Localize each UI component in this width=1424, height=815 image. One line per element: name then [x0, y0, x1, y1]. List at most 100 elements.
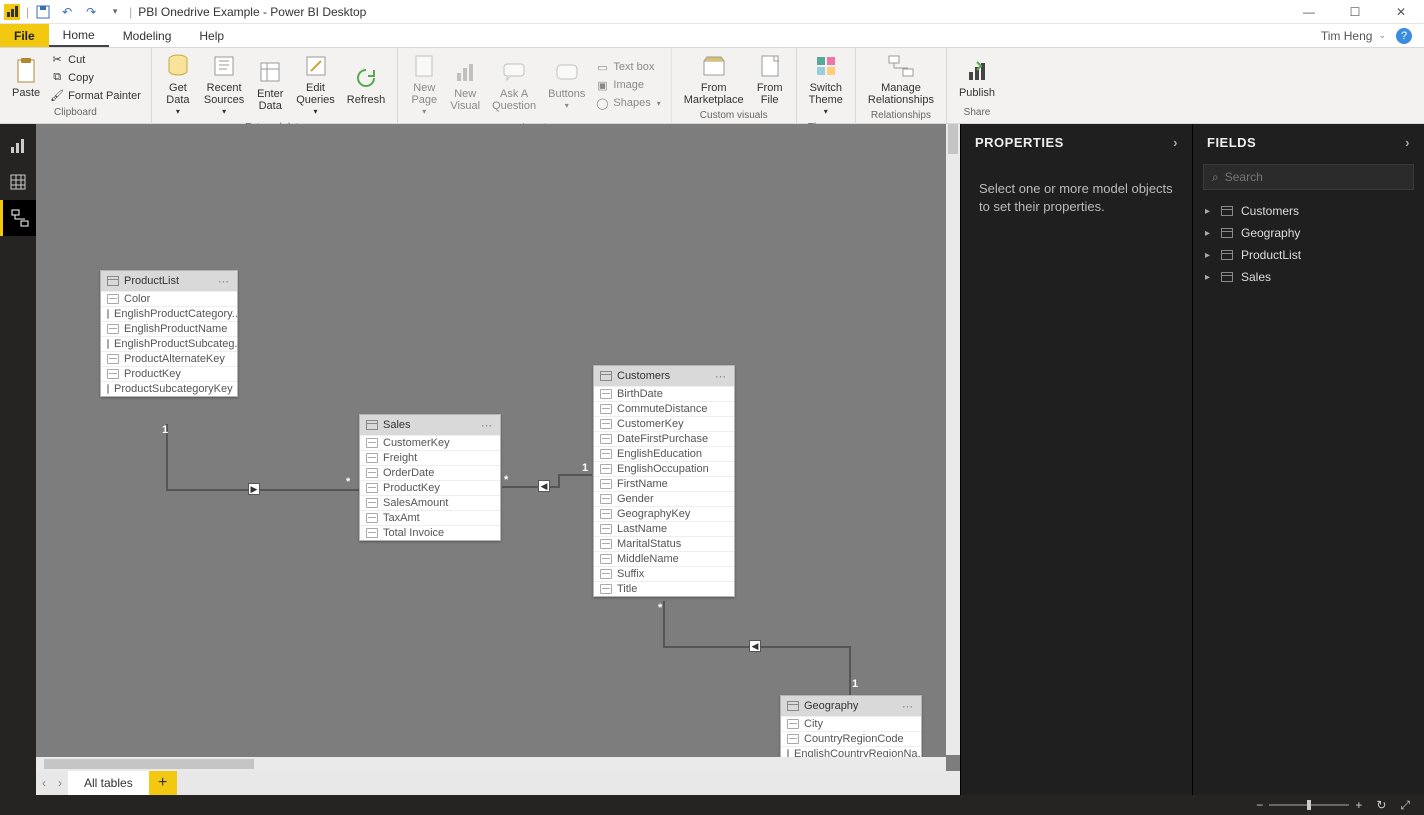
field-item[interactable]: DateFirstPurchase: [594, 431, 734, 446]
help-icon[interactable]: ?: [1396, 28, 1412, 44]
field-label: SalesAmount: [383, 497, 448, 509]
save-icon[interactable]: [34, 3, 52, 21]
field-item[interactable]: Freight: [360, 450, 500, 465]
minimize-button[interactable]: —: [1286, 0, 1332, 24]
qat-dropdown-icon[interactable]: ▾: [106, 3, 124, 21]
zoom-in-icon[interactable]: +: [1355, 798, 1362, 812]
get-data-button[interactable]: Get Data▾: [158, 50, 198, 120]
maximize-button[interactable]: ☐: [1332, 0, 1378, 24]
from-file-button[interactable]: From File: [750, 50, 790, 108]
data-view-button[interactable]: [0, 164, 36, 200]
field-item[interactable]: EnglishProductCategory...: [101, 306, 237, 321]
field-item[interactable]: TaxAmt: [360, 510, 500, 525]
field-item[interactable]: ProductAlternateKey: [101, 351, 237, 366]
field-item[interactable]: MiddleName: [594, 551, 734, 566]
diagram-tab-all[interactable]: All tables: [68, 771, 149, 795]
horizontal-scrollbar[interactable]: [36, 757, 946, 771]
field-item[interactable]: ProductKey: [360, 480, 500, 495]
field-item[interactable]: OrderDate: [360, 465, 500, 480]
model-canvas[interactable]: ▶ 1 * ◀ * 1 ◀ * 1 ProductList⋯ColorEngli…: [36, 124, 946, 755]
cardinality-one: 1: [162, 424, 168, 436]
collapse-icon[interactable]: ›: [1173, 135, 1178, 150]
fields-item[interactable]: ▸ProductList: [1197, 244, 1420, 266]
expand-icon[interactable]: ▸: [1205, 250, 1213, 261]
field-item[interactable]: Gender: [594, 491, 734, 506]
field-item[interactable]: CustomerKey: [360, 435, 500, 450]
format-painter-button[interactable]: 🖌Format Painter: [46, 88, 145, 104]
field-item[interactable]: ProductSubcategoryKey: [101, 381, 237, 396]
expand-icon[interactable]: ▸: [1205, 272, 1213, 283]
edit-queries-button[interactable]: Edit Queries▾: [290, 50, 341, 120]
fields-item[interactable]: ▸Customers: [1197, 200, 1420, 222]
switch-theme-button[interactable]: Switch Theme▾: [803, 50, 849, 120]
field-label: MaritalStatus: [617, 538, 681, 550]
group-insert: New Page▾ New Visual Ask A Question Butt…: [398, 48, 671, 123]
zoom-out-icon[interactable]: −: [1256, 798, 1263, 812]
refresh-button[interactable]: Refresh: [341, 62, 392, 108]
signed-in-user[interactable]: Tim Heng ⌄ ?: [1309, 24, 1424, 47]
recent-sources-button[interactable]: Recent Sources▾: [198, 50, 250, 120]
field-item[interactable]: CommuteDistance: [594, 401, 734, 416]
shapes-icon: ◯: [595, 96, 609, 110]
field-item[interactable]: BirthDate: [594, 386, 734, 401]
model-view-button[interactable]: [0, 200, 36, 236]
table-productlist[interactable]: ProductList⋯ColorEnglishProductCategory.…: [100, 270, 238, 397]
field-item[interactable]: FirstName: [594, 476, 734, 491]
add-diagram-tab[interactable]: +: [149, 771, 177, 795]
field-item[interactable]: LastName: [594, 521, 734, 536]
vertical-scrollbar[interactable]: [946, 124, 960, 755]
expand-icon[interactable]: ▸: [1205, 228, 1213, 239]
tab-file[interactable]: File: [0, 24, 49, 47]
tab-home[interactable]: Home: [49, 24, 109, 47]
publish-button[interactable]: Publish: [953, 55, 1001, 101]
field-item[interactable]: Suffix: [594, 566, 734, 581]
manage-relationships-button[interactable]: Manage Relationships: [862, 50, 940, 108]
fields-item[interactable]: ▸Geography: [1197, 222, 1420, 244]
search-input[interactable]: [1225, 170, 1405, 184]
undo-icon[interactable]: ↶: [58, 3, 76, 21]
tab-next[interactable]: ›: [52, 771, 68, 795]
table-menu-icon[interactable]: ⋯: [218, 275, 231, 288]
zoom-slider[interactable]: [1269, 804, 1349, 806]
field-item[interactable]: GeographyKey: [594, 506, 734, 521]
group-themes: Switch Theme▾ Themes: [797, 48, 856, 123]
fields-item[interactable]: ▸Sales: [1197, 266, 1420, 288]
cut-button[interactable]: ✂Cut: [46, 52, 145, 68]
table-menu-icon[interactable]: ⋯: [715, 370, 728, 383]
from-marketplace-button[interactable]: From Marketplace: [678, 50, 750, 108]
report-view-button[interactable]: [0, 128, 36, 164]
field-label: EnglishProductCategory...: [114, 308, 237, 320]
group-relationships: Manage Relationships Relationships: [856, 48, 947, 123]
zoom-control[interactable]: − +: [1256, 798, 1362, 812]
field-item[interactable]: EnglishProductSubcateg...: [101, 336, 237, 351]
field-item[interactable]: CountryRegionCode: [781, 731, 921, 746]
paste-button[interactable]: Paste: [6, 55, 46, 101]
field-item[interactable]: Title: [594, 581, 734, 596]
fit-to-page-icon[interactable]: ⤢: [1400, 798, 1410, 813]
field-item[interactable]: EnglishOccupation: [594, 461, 734, 476]
field-item[interactable]: SalesAmount: [360, 495, 500, 510]
tab-modeling[interactable]: Modeling: [109, 24, 186, 47]
field-item[interactable]: EnglishProductName: [101, 321, 237, 336]
table-sales[interactable]: Sales⋯CustomerKeyFreightOrderDateProduct…: [359, 414, 501, 541]
reset-zoom-icon[interactable]: ↻: [1376, 798, 1386, 812]
field-item[interactable]: CustomerKey: [594, 416, 734, 431]
table-menu-icon[interactable]: ⋯: [902, 700, 915, 713]
tab-help[interactable]: Help: [185, 24, 238, 47]
field-item[interactable]: EnglishEducation: [594, 446, 734, 461]
collapse-icon[interactable]: ›: [1405, 135, 1410, 150]
enter-data-button[interactable]: Enter Data: [250, 56, 290, 114]
field-item[interactable]: MaritalStatus: [594, 536, 734, 551]
copy-button[interactable]: ⧉Copy: [46, 70, 145, 86]
close-button[interactable]: ✕: [1378, 0, 1424, 24]
redo-icon[interactable]: ↷: [82, 3, 100, 21]
field-item[interactable]: ProductKey: [101, 366, 237, 381]
field-item[interactable]: Color: [101, 291, 237, 306]
table-customers[interactable]: Customers⋯BirthDateCommuteDistanceCustom…: [593, 365, 735, 597]
field-item[interactable]: City: [781, 716, 921, 731]
fields-search[interactable]: ⌕: [1203, 164, 1414, 190]
tab-prev[interactable]: ‹: [36, 771, 52, 795]
table-menu-icon[interactable]: ⋯: [481, 419, 494, 432]
field-item[interactable]: Total Invoice: [360, 525, 500, 540]
expand-icon[interactable]: ▸: [1205, 206, 1213, 217]
